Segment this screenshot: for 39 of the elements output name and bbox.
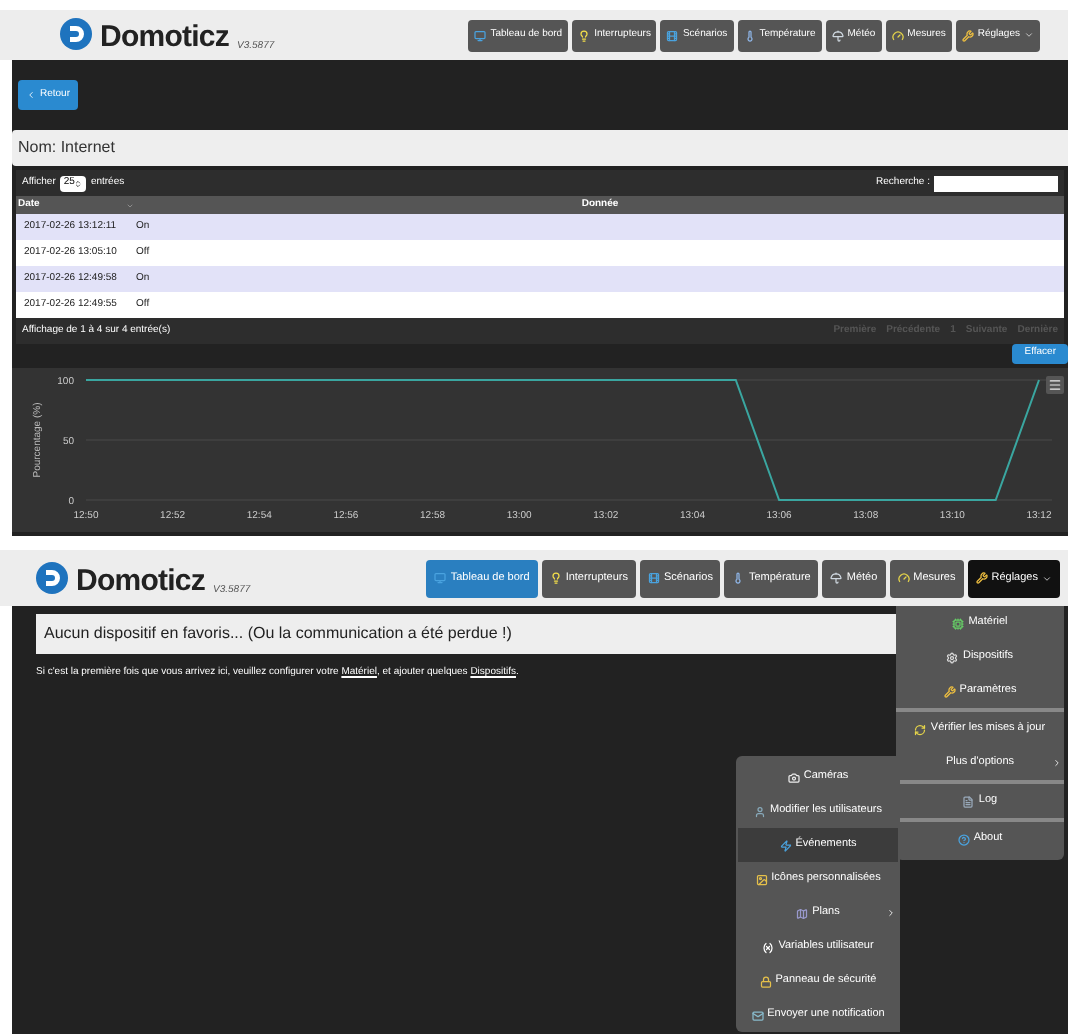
image-icon bbox=[755, 873, 768, 885]
chip-icon bbox=[952, 617, 965, 629]
log-icon bbox=[962, 795, 975, 807]
lock-icon bbox=[759, 975, 772, 987]
tools-icon bbox=[943, 685, 956, 697]
logo-text: Domoticz bbox=[100, 22, 229, 52]
updown-arrows-icon bbox=[74, 179, 83, 187]
device-name-bar: Nom: Internet bbox=[12, 130, 1068, 166]
chevron-left-icon bbox=[26, 90, 36, 100]
menu-icon[interactable] bbox=[1046, 376, 1064, 394]
logo-icon bbox=[36, 561, 68, 593]
caret-icon bbox=[1042, 573, 1052, 583]
tools-icon bbox=[961, 29, 974, 41]
refresh-icon bbox=[914, 723, 927, 735]
logo-icon bbox=[60, 18, 92, 50]
gauge-icon bbox=[897, 572, 910, 584]
film-icon bbox=[666, 29, 679, 41]
user-icon bbox=[754, 805, 767, 817]
logo-text: Domoticz bbox=[76, 565, 205, 595]
tools-icon bbox=[975, 572, 988, 584]
thermometer-icon bbox=[743, 29, 756, 41]
caret-icon bbox=[1024, 30, 1034, 40]
lightning-icon bbox=[779, 839, 792, 851]
variable-icon bbox=[762, 941, 775, 953]
mail-icon bbox=[751, 1009, 764, 1021]
umbrella-icon bbox=[831, 29, 844, 41]
film-icon bbox=[648, 572, 660, 584]
help-icon bbox=[957, 833, 970, 845]
monitor-icon bbox=[474, 29, 487, 41]
map-icon bbox=[796, 907, 809, 919]
lightbulb-icon bbox=[578, 29, 591, 41]
camera-icon bbox=[787, 771, 800, 783]
umbrella-icon bbox=[830, 572, 843, 584]
thermometer-icon bbox=[732, 572, 745, 584]
monitor-icon bbox=[434, 572, 447, 584]
lightbulb-icon bbox=[549, 572, 562, 584]
gear-icon bbox=[946, 651, 959, 663]
gauge-icon bbox=[891, 29, 904, 41]
search-field[interactable] bbox=[934, 175, 1058, 191]
